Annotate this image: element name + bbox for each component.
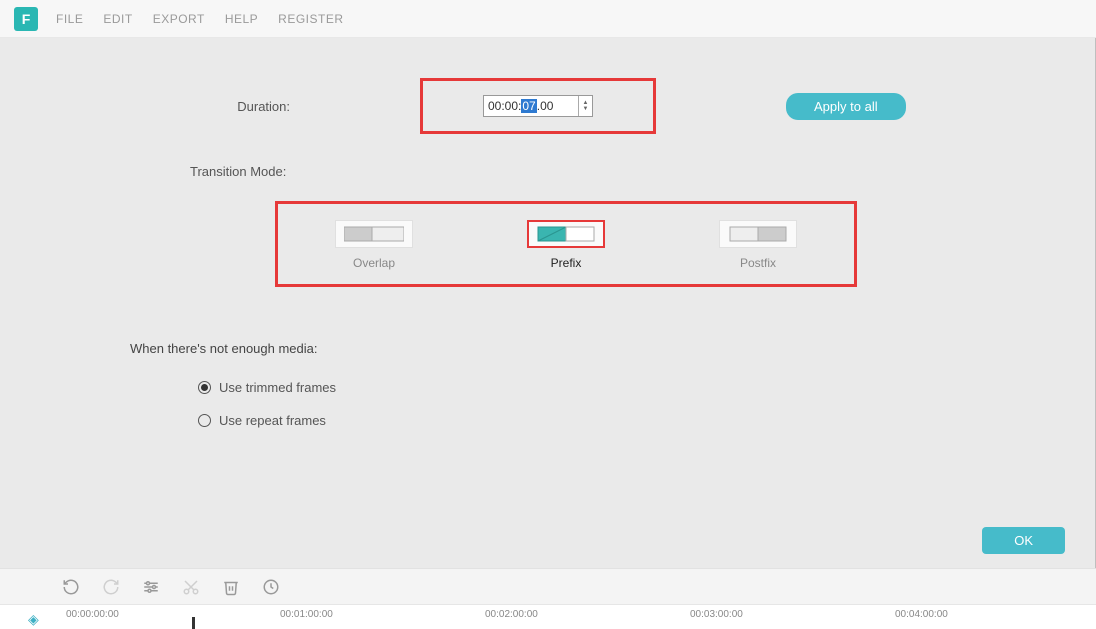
duration-pre: 00:00: [488,99,521,113]
radio-trimmed-frames[interactable]: Use trimmed frames [198,380,1095,395]
duration-label: Duration: [0,99,310,114]
ok-button[interactable]: OK [982,527,1065,554]
cut-icon[interactable] [182,578,200,596]
transition-prefix-label: Prefix [527,256,605,270]
transition-overlap[interactable]: Overlap [335,220,413,270]
radio-trimmed-icon [198,381,211,394]
redo-icon[interactable] [102,578,120,596]
settings-panel: Duration: 00:00:07.00 ▲▼ Apply to all Tr… [0,38,1096,568]
transition-overlap-label: Overlap [335,256,413,270]
menu-register[interactable]: REGISTER [278,12,343,26]
menu-edit[interactable]: EDIT [103,12,132,26]
media-fallback-heading: When there's not enough media: [130,341,1095,356]
timeline-mark: 00:04:00:00 [895,609,948,620]
transition-prefix[interactable]: Prefix [527,220,605,270]
duration-post: .00 [537,99,554,113]
timeline-toolbar [0,568,1096,604]
trash-icon[interactable] [222,578,240,596]
sliders-icon[interactable] [142,578,160,596]
menu-help[interactable]: HELP [225,12,258,26]
timeline-mark: 00:01:00:00 [280,609,333,620]
radio-repeat-frames[interactable]: Use repeat frames [198,413,1095,428]
radio-trimmed-label: Use trimmed frames [219,380,336,395]
prefix-icon [527,220,605,248]
undo-icon[interactable] [62,578,80,596]
media-fallback-section: When there's not enough media: Use trimm… [0,341,1095,428]
duration-highlight-box: 00:00:07.00 ▲▼ [420,78,656,134]
timeline-handle-icon[interactable]: ◈ [28,611,39,628]
spinner-arrows-icon[interactable]: ▲▼ [578,96,592,116]
menu-export[interactable]: EXPORT [153,12,205,26]
transition-mode-label: Transition Mode: [0,164,1095,179]
app-logo: F [14,7,38,31]
apply-to-all-button[interactable]: Apply to all [786,93,906,120]
history-icon[interactable] [262,578,280,596]
radio-repeat-label: Use repeat frames [219,413,326,428]
duration-selected: 07 [521,99,536,113]
transition-postfix[interactable]: Postfix [719,220,797,270]
menu-file[interactable]: FILE [56,12,83,26]
timeline-mark: 00:00:00:00 [66,609,119,620]
timeline-mark: 00:02:00:00 [485,609,538,620]
transition-highlight-box: Overlap Prefix Postfix [275,201,857,287]
timeline-playhead[interactable] [192,617,195,629]
radio-repeat-icon [198,414,211,427]
overlap-icon [335,220,413,248]
postfix-icon [719,220,797,248]
transition-postfix-label: Postfix [719,256,797,270]
timeline-mark: 00:03:00:00 [690,609,743,620]
duration-spinner[interactable]: 00:00:07.00 ▲▼ [483,95,593,117]
timeline-ruler[interactable]: ◈ 00:00:00:00 00:01:00:00 00:02:00:00 00… [0,604,1096,629]
menubar: F FILE EDIT EXPORT HELP REGISTER [0,0,1096,38]
